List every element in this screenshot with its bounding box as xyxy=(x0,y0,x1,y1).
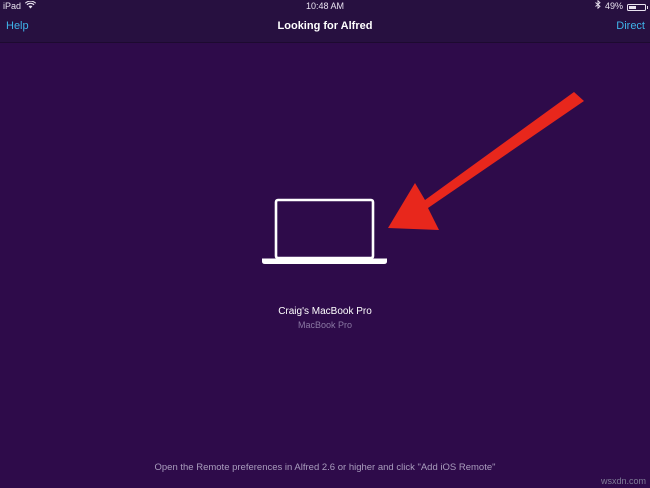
bluetooth-icon xyxy=(595,0,601,12)
device-button[interactable] xyxy=(255,195,395,269)
footer-instructions: Open the Remote preferences in Alfred 2.… xyxy=(154,462,496,473)
nav-bar: Help Looking for Alfred Direct xyxy=(0,12,650,43)
app-screen: iPad 10:48 AM 49% Help Looking for Alfre… xyxy=(0,0,650,488)
direct-button[interactable]: Direct xyxy=(616,20,645,32)
status-bar: iPad 10:48 AM 49% xyxy=(0,0,650,12)
status-time: 10:48 AM xyxy=(305,1,345,11)
status-right: 49% xyxy=(595,0,648,12)
laptop-icon xyxy=(262,198,387,264)
battery-percent: 49% xyxy=(604,1,623,11)
arrow-annotation xyxy=(388,92,584,230)
device-name[interactable]: Craig's MacBook Pro xyxy=(0,306,650,317)
page-title: Looking for Alfred xyxy=(277,20,373,32)
battery-fill xyxy=(629,5,636,9)
battery-icon xyxy=(627,3,648,11)
watermark: wsxdn.com xyxy=(600,476,646,486)
device-model: MacBook Pro xyxy=(297,320,353,330)
